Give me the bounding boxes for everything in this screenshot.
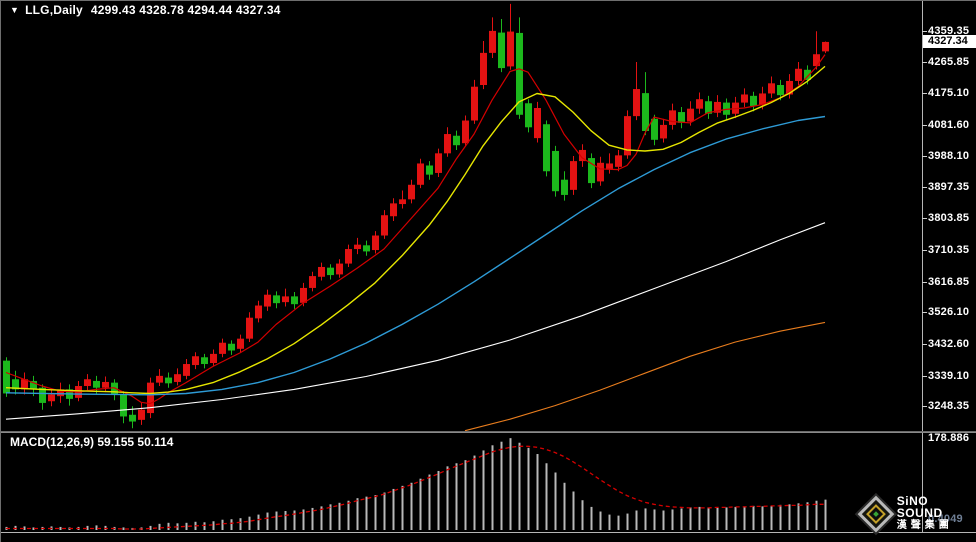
logo-title: SiNO SOUND: [897, 495, 976, 519]
axis-tick: [922, 250, 927, 251]
macd-indicator-label: MACD(12,26,9) 59.155 50.114: [10, 435, 173, 449]
price-axis-label: 4265.85: [928, 56, 969, 68]
price-axis-label: 3710.35: [928, 244, 969, 256]
current-price-tag: 4327.34: [923, 35, 976, 48]
macd-scale-max: 178.886: [928, 432, 969, 444]
ma-long-white: [6, 223, 825, 420]
price-axis-label: 3616.85: [928, 276, 969, 288]
price-axis-separator: [922, 1, 923, 532]
ma-slow-blue: [6, 117, 825, 395]
axis-tick: [922, 31, 927, 32]
pane-divider[interactable]: [1, 431, 976, 433]
symbol-period-label: LLG,Daily: [25, 3, 83, 17]
chart-window: ▼ LLG,Daily 4299.43 4328.78 4294.44 4327.3…: [0, 0, 976, 542]
axis-tick: [922, 93, 927, 94]
chart-title: ▼ LLG,Daily 4299.43 4328.78 4294.44 4327.3…: [10, 3, 281, 17]
axis-tick: [922, 187, 927, 188]
price-axis-label: 3432.60: [928, 338, 969, 350]
price-axis-label: 4081.60: [928, 119, 969, 131]
axis-tick: [922, 406, 927, 407]
candlestick-layer: [3, 4, 829, 428]
price-axis-label: 3248.35: [928, 400, 969, 412]
axis-tick: [922, 156, 927, 157]
axis-tick: [922, 344, 927, 345]
chevron-down-icon[interactable]: ▼: [10, 5, 19, 15]
axis-tick: [922, 125, 927, 126]
axis-tick: [922, 376, 927, 377]
price-axis-label: 3897.35: [928, 181, 969, 193]
axis-tick: [922, 312, 927, 313]
broker-logo: SiNO SOUND 漢聲集團: [859, 495, 976, 532]
logo-text: SiNO SOUND 漢聲集團: [897, 495, 976, 532]
axis-tick: [922, 282, 927, 283]
logo-diamond-inner: [866, 504, 886, 524]
axis-tick: [922, 218, 927, 219]
ohlc-values: 4299.43 4328.78 4294.44 4327.34: [91, 3, 281, 17]
ma-longest-orange: [465, 322, 825, 430]
logo-diamond-center: [873, 511, 879, 517]
axis-tick: [922, 62, 927, 63]
macd-histogram: [7, 438, 826, 530]
macd-signal-line: [6, 446, 825, 529]
chart-canvas[interactable]: [1, 1, 976, 542]
price-axis-label: 3988.10: [928, 150, 969, 162]
price-axis-label: 3803.85: [928, 212, 969, 224]
price-axis-label: 4175.10: [928, 87, 969, 99]
price-axis-label: 3526.10: [928, 306, 969, 318]
time-axis-divider: [1, 532, 976, 533]
price-axis-label: 3339.10: [928, 370, 969, 382]
logo-subtitle: 漢聲集團: [897, 520, 976, 532]
logo-diamond-icon: [858, 495, 895, 532]
